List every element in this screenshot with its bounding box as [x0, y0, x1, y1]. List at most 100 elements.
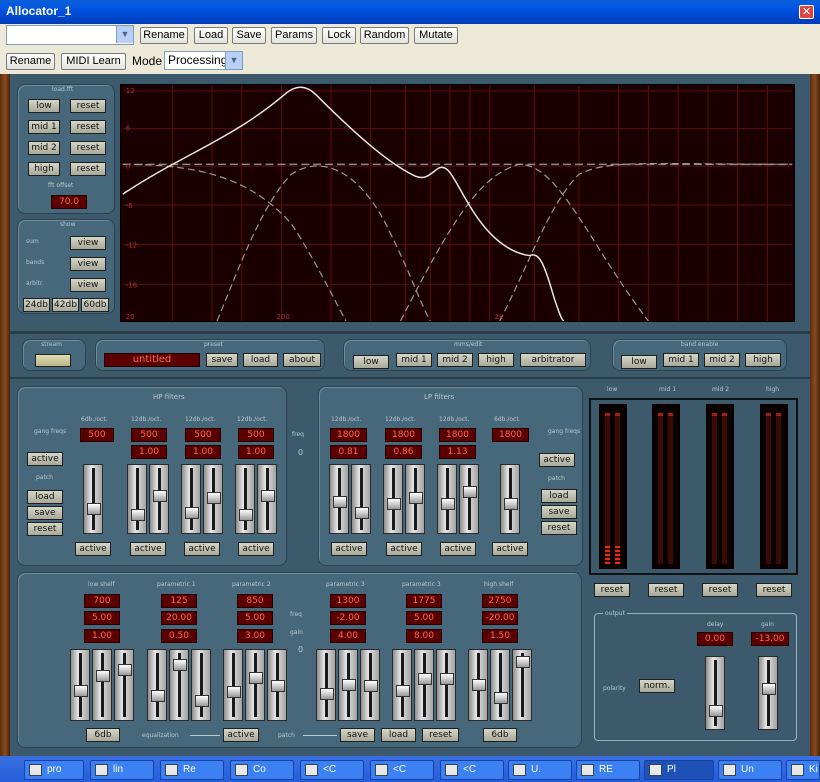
fader-knob[interactable]	[261, 490, 275, 502]
eq-gain-5[interactable]: 5.00	[406, 611, 442, 625]
hp-fader-4b[interactable]	[257, 464, 277, 534]
preset-load-button[interactable]: load	[243, 353, 278, 367]
eq-gain-3[interactable]: 5.00	[237, 611, 273, 625]
chevron-down-icon[interactable]: ▼	[225, 52, 242, 69]
edit-mid2-button[interactable]: mid 2	[437, 353, 473, 367]
fft-high-button[interactable]: high	[28, 162, 60, 176]
taskbar-item-5[interactable]: <C	[300, 760, 364, 780]
mutate-button[interactable]: Mutate	[414, 27, 458, 44]
lp-active-1[interactable]: active	[331, 542, 367, 556]
fader-knob[interactable]	[396, 685, 410, 697]
60db-button[interactable]: 60db	[81, 298, 109, 312]
eq-freq-3[interactable]: 850	[237, 594, 273, 608]
eq-gain-6[interactable]: -20.00	[482, 611, 518, 625]
chevron-down-icon[interactable]: ▼	[116, 26, 133, 43]
about-button[interactable]: about	[283, 353, 321, 367]
fader-knob[interactable]	[96, 670, 110, 682]
eq-reset-button[interactable]: reset	[422, 728, 459, 742]
lp-active-2[interactable]: active	[386, 542, 422, 556]
fader-knob[interactable]	[355, 507, 369, 519]
fader-knob[interactable]	[185, 507, 199, 519]
lp-q-2[interactable]: 0.86	[385, 445, 422, 459]
fader-knob[interactable]	[418, 673, 432, 685]
eq-q-3[interactable]: 3.00	[237, 629, 273, 643]
fader-knob[interactable]	[441, 498, 455, 510]
taskbar-item-8[interactable]: U.	[508, 760, 572, 780]
mode-select[interactable]: Processing ▼	[164, 51, 243, 70]
fader-knob[interactable]	[387, 498, 401, 510]
fft-low-reset-button[interactable]: reset	[70, 99, 106, 113]
eq-active-button[interactable]: active	[223, 728, 259, 742]
taskbar-item-4[interactable]: Co	[230, 760, 294, 780]
lp-reset-button[interactable]: reset	[541, 521, 577, 535]
fader-knob[interactable]	[151, 690, 165, 702]
save-button[interactable]: Save	[232, 27, 266, 44]
eq-fader-5b[interactable]	[414, 649, 434, 721]
lp-fader-3b[interactable]	[459, 464, 479, 534]
eq-fader-5a[interactable]	[392, 649, 412, 721]
taskbar-item-7[interactable]: <C	[440, 760, 504, 780]
taskbar-item-3[interactable]: Re	[160, 760, 224, 780]
fader-knob[interactable]	[504, 498, 518, 510]
hp-freq-3[interactable]: 500	[185, 428, 221, 442]
eq-fader-1b[interactable]	[92, 649, 112, 721]
preset-select[interactable]: ▼	[6, 25, 134, 45]
lp-freq-1[interactable]: 1800	[330, 428, 367, 442]
hp-q-4[interactable]: 1.00	[238, 445, 274, 459]
fader-knob[interactable]	[207, 492, 221, 504]
fader-knob[interactable]	[472, 679, 486, 691]
taskbar-item-2[interactable]: lin	[90, 760, 154, 780]
taskbar-item-1[interactable]: pro	[24, 760, 84, 780]
eq-gain-2[interactable]: 20.00	[161, 611, 197, 625]
42db-button[interactable]: 42db	[52, 298, 79, 312]
enable-high-button[interactable]: high	[745, 353, 781, 367]
hp-freq-4[interactable]: 500	[238, 428, 274, 442]
fader-knob[interactable]	[709, 705, 723, 717]
fader-knob[interactable]	[364, 680, 378, 692]
view-bands-button[interactable]: view	[70, 257, 106, 271]
eq-q-2[interactable]: 0.50	[161, 629, 197, 643]
taskbar-item-6[interactable]: <C	[370, 760, 434, 780]
fader-knob[interactable]	[74, 685, 88, 697]
lp-gang-active-button[interactable]: active	[539, 453, 575, 467]
6db-button-right[interactable]: 6db	[483, 728, 517, 742]
24db-button[interactable]: 24db	[23, 298, 50, 312]
hp-freq-1[interactable]: 500	[80, 428, 114, 442]
hp-freq-2[interactable]: 500	[131, 428, 167, 442]
fft-mid1-button[interactable]: mid 1	[28, 120, 60, 134]
hp-fader-1[interactable]	[83, 464, 103, 534]
fader-knob[interactable]	[239, 509, 253, 521]
eq-fader-4c[interactable]	[360, 649, 380, 721]
eq-fader-2b[interactable]	[169, 649, 189, 721]
fader-knob[interactable]	[271, 680, 285, 692]
taskbar-item-10[interactable]: Pl	[644, 760, 714, 780]
fader-knob[interactable]	[173, 659, 187, 671]
lp-fader-1a[interactable]	[329, 464, 349, 534]
hp-q-3[interactable]: 1.00	[185, 445, 221, 459]
hp-fader-3a[interactable]	[181, 464, 201, 534]
eq-freq-4[interactable]: 1300	[330, 594, 366, 608]
fader-knob[interactable]	[153, 490, 167, 502]
hp-q-2[interactable]: 1.00	[131, 445, 167, 459]
stream-indicator[interactable]	[35, 354, 71, 367]
edit-arbitrator-button[interactable]: arbitrator	[520, 353, 586, 367]
fader-knob[interactable]	[320, 688, 334, 700]
lp-active-3[interactable]: active	[440, 542, 476, 556]
eq-fader-4b[interactable]	[338, 649, 358, 721]
eq-fader-6b[interactable]	[490, 649, 510, 721]
eq-freq-2[interactable]: 125	[161, 594, 197, 608]
lock-button[interactable]: Lock	[322, 27, 356, 44]
eq-freq-5[interactable]: 1775	[406, 594, 442, 608]
eq-q-6[interactable]: 1.50	[482, 629, 518, 643]
edit-low-button[interactable]: low	[353, 355, 389, 369]
eq-gain-4[interactable]: -2.00	[330, 611, 366, 625]
fft-offset-value[interactable]: 70.0	[51, 195, 87, 209]
lp-fader-1b[interactable]	[351, 464, 371, 534]
hp-active-2[interactable]: active	[130, 542, 166, 556]
fft-mid1-reset-button[interactable]: reset	[70, 120, 106, 134]
fader-knob[interactable]	[118, 664, 132, 676]
lp-q-3[interactable]: 1.13	[439, 445, 476, 459]
fader-knob[interactable]	[249, 672, 263, 684]
hp-gang-active-button[interactable]: active	[27, 452, 63, 466]
eq-fader-5c[interactable]	[436, 649, 456, 721]
